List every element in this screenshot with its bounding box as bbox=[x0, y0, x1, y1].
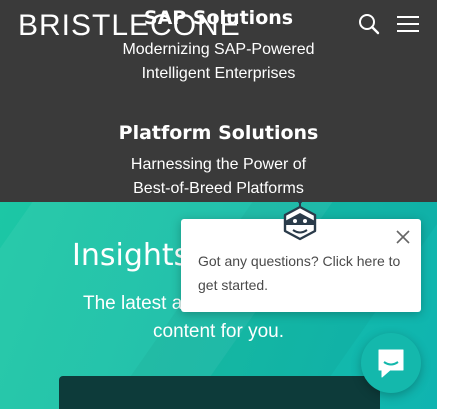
page: SAP Solutions Modernizing SAP-Powered In… bbox=[0, 0, 437, 409]
bot-icon bbox=[280, 199, 320, 243]
chat-message[interactable]: Got any questions? Click here to get sta… bbox=[198, 249, 408, 297]
chat-launcher-button[interactable] bbox=[361, 333, 421, 393]
scrollbar-gutter bbox=[437, 0, 454, 409]
chat-bubble-icon bbox=[378, 349, 404, 378]
hamburger-menu-icon[interactable] bbox=[396, 13, 420, 35]
insights-title: Insights bbox=[72, 238, 190, 273]
platform-solutions-description-line-2: Best-of-Breed Platforms bbox=[133, 180, 304, 197]
sap-solutions-description-line-2: Intelligent Enterprises bbox=[141, 65, 296, 82]
search-icon[interactable] bbox=[358, 13, 380, 35]
insights-card[interactable] bbox=[59, 376, 380, 409]
platform-solutions-title[interactable]: Platform Solutions bbox=[0, 122, 437, 144]
platform-solutions-description-line-1: Harnessing the Power of bbox=[130, 156, 307, 173]
insights-subtitle-line-2: content for you. bbox=[153, 321, 284, 342]
bristlecone-logo[interactable]: BRISTLECONE bbox=[18, 9, 241, 43]
close-icon[interactable] bbox=[395, 229, 411, 245]
